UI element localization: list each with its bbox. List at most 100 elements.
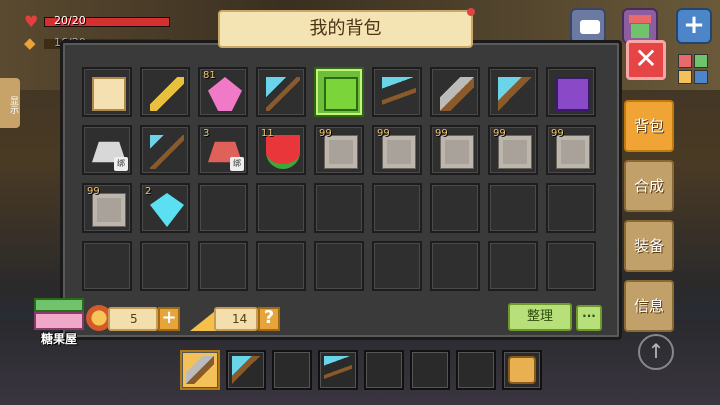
hotbar-slot[interactable] bbox=[180, 350, 220, 390]
candy-house-wall bbox=[34, 312, 84, 330]
health-text: 20/20 bbox=[54, 14, 86, 27]
inventory-slot[interactable] bbox=[82, 241, 132, 291]
inventory-slot[interactable] bbox=[82, 67, 132, 117]
inventory-slot[interactable]: 11 bbox=[256, 125, 306, 175]
inventory-slot[interactable] bbox=[140, 67, 190, 117]
inventory-slot[interactable] bbox=[314, 241, 364, 291]
inventory-slot[interactable] bbox=[314, 183, 364, 233]
hotbar-slot[interactable] bbox=[502, 350, 542, 390]
more-button[interactable]: ··· bbox=[576, 305, 602, 331]
inventory-slot[interactable]: 99 bbox=[314, 125, 364, 175]
diamond-pickaxe-icon-shape bbox=[324, 356, 352, 384]
hotbar-slot[interactable] bbox=[456, 350, 496, 390]
shop-button[interactable] bbox=[622, 8, 658, 44]
inventory-slot[interactable] bbox=[546, 183, 596, 233]
item-count: 99 bbox=[435, 128, 448, 139]
diamond-axe-icon bbox=[498, 77, 532, 111]
backpack-icon-shape bbox=[508, 356, 536, 384]
inventory-slot[interactable] bbox=[546, 241, 596, 291]
diamond-pickaxe-icon bbox=[324, 356, 352, 384]
inventory-slot[interactable] bbox=[430, 67, 480, 117]
inventory-slot[interactable] bbox=[372, 241, 422, 291]
hotbar-slot[interactable] bbox=[226, 350, 266, 390]
cheese-help-button[interactable]: ? bbox=[258, 307, 280, 331]
item-count: 99 bbox=[377, 128, 390, 139]
diamond-axe-icon-shape bbox=[498, 77, 532, 111]
shop-roof-icon bbox=[629, 15, 651, 23]
inventory-slot[interactable] bbox=[488, 67, 538, 117]
stone-block-icon-shape bbox=[440, 135, 474, 169]
inventory-slot[interactable] bbox=[256, 241, 306, 291]
inventory-slot[interactable] bbox=[256, 183, 306, 233]
purple-book-icon bbox=[556, 77, 590, 111]
inventory-slot[interactable] bbox=[488, 241, 538, 291]
inventory-slot[interactable] bbox=[198, 241, 248, 291]
map-scroll-icon bbox=[92, 77, 126, 111]
hotbar-slot[interactable] bbox=[272, 350, 312, 390]
inventory-slot[interactable]: 99 bbox=[546, 125, 596, 175]
hotbar-slot[interactable] bbox=[364, 350, 404, 390]
shop-base-icon bbox=[631, 24, 649, 38]
inventory-slot[interactable] bbox=[256, 67, 306, 117]
tab-info[interactable]: 信息 bbox=[624, 280, 674, 332]
tab-backpack[interactable]: 背包 bbox=[624, 100, 674, 152]
close-button[interactable]: ✕ bbox=[626, 40, 666, 80]
tab-crafting[interactable]: 合成 bbox=[624, 160, 674, 212]
inventory-slot[interactable]: 2 bbox=[140, 183, 190, 233]
inventory-slot[interactable]: 99 bbox=[430, 125, 480, 175]
inventory-slot[interactable] bbox=[372, 183, 422, 233]
hotbar-slot[interactable] bbox=[410, 350, 450, 390]
bound-badge: 绑 bbox=[114, 157, 128, 171]
panel-title-tab: 我的背包 bbox=[218, 8, 475, 48]
inventory-slot[interactable]: 3绑 bbox=[198, 125, 248, 175]
diamond-hoe-icon-shape bbox=[150, 135, 184, 169]
inventory-slot[interactable] bbox=[314, 67, 364, 117]
tab-equipment[interactable]: 装备 bbox=[624, 220, 674, 272]
inventory-slot[interactable]: 99 bbox=[372, 125, 422, 175]
inventory-slot[interactable]: 绑 bbox=[82, 125, 132, 175]
add-coins-button[interactable]: + bbox=[158, 307, 180, 331]
inventory-slot[interactable] bbox=[372, 67, 422, 117]
stone-block-icon-shape bbox=[382, 135, 416, 169]
diamond-pickaxe-icon bbox=[382, 77, 416, 111]
add-button[interactable]: + bbox=[676, 8, 712, 44]
blocks-button[interactable] bbox=[676, 52, 712, 88]
inventory-slot[interactable]: 99 bbox=[488, 125, 538, 175]
golden-shovel-icon-shape bbox=[150, 77, 184, 111]
inventory-slot[interactable]: 99 bbox=[82, 183, 132, 233]
item-count: 11 bbox=[261, 128, 274, 139]
diamond-gem-icon bbox=[150, 193, 184, 227]
stone-block-icon-shape bbox=[92, 193, 126, 227]
watermelon-slice-icon bbox=[266, 135, 300, 169]
diamond-axe-icon bbox=[232, 356, 260, 384]
inventory-slot[interactable] bbox=[488, 183, 538, 233]
cube-icon bbox=[694, 54, 708, 68]
diamond-axe-icon-shape bbox=[232, 356, 260, 384]
item-count: 81 bbox=[203, 70, 216, 81]
diamond-shovel-icon-shape bbox=[266, 77, 300, 111]
hotbar-slot[interactable] bbox=[318, 350, 358, 390]
chat-button[interactable] bbox=[570, 8, 606, 44]
inventory-slot[interactable] bbox=[198, 183, 248, 233]
stone-sword-icon-shape bbox=[186, 356, 214, 384]
inventory-slot[interactable] bbox=[140, 125, 190, 175]
inventory-slot[interactable] bbox=[546, 67, 596, 117]
inventory-slot[interactable] bbox=[140, 241, 190, 291]
golden-shovel-icon bbox=[150, 77, 184, 111]
health-bar: ♥ 20/20 bbox=[24, 14, 170, 30]
diamond-gem-icon-shape bbox=[150, 193, 184, 227]
pink-crystal-icon bbox=[208, 77, 242, 111]
inventory-slot[interactable] bbox=[430, 183, 480, 233]
candy-house-label[interactable]: 糖果屋 bbox=[28, 330, 90, 347]
stone-block-icon-shape bbox=[498, 135, 532, 169]
inventory-slot[interactable] bbox=[430, 241, 480, 291]
diamond-pickaxe-icon-shape bbox=[382, 77, 416, 111]
green-key-card-icon bbox=[324, 77, 358, 111]
item-count: 99 bbox=[319, 128, 332, 139]
show-hint-tab[interactable]: 显示 bbox=[0, 78, 20, 128]
backpack-icon bbox=[508, 356, 536, 384]
jump-button[interactable]: ↑ bbox=[638, 334, 674, 370]
cube-icon bbox=[678, 54, 692, 68]
sort-button[interactable]: 整理 bbox=[508, 303, 572, 331]
inventory-slot[interactable]: 81 bbox=[198, 67, 248, 117]
